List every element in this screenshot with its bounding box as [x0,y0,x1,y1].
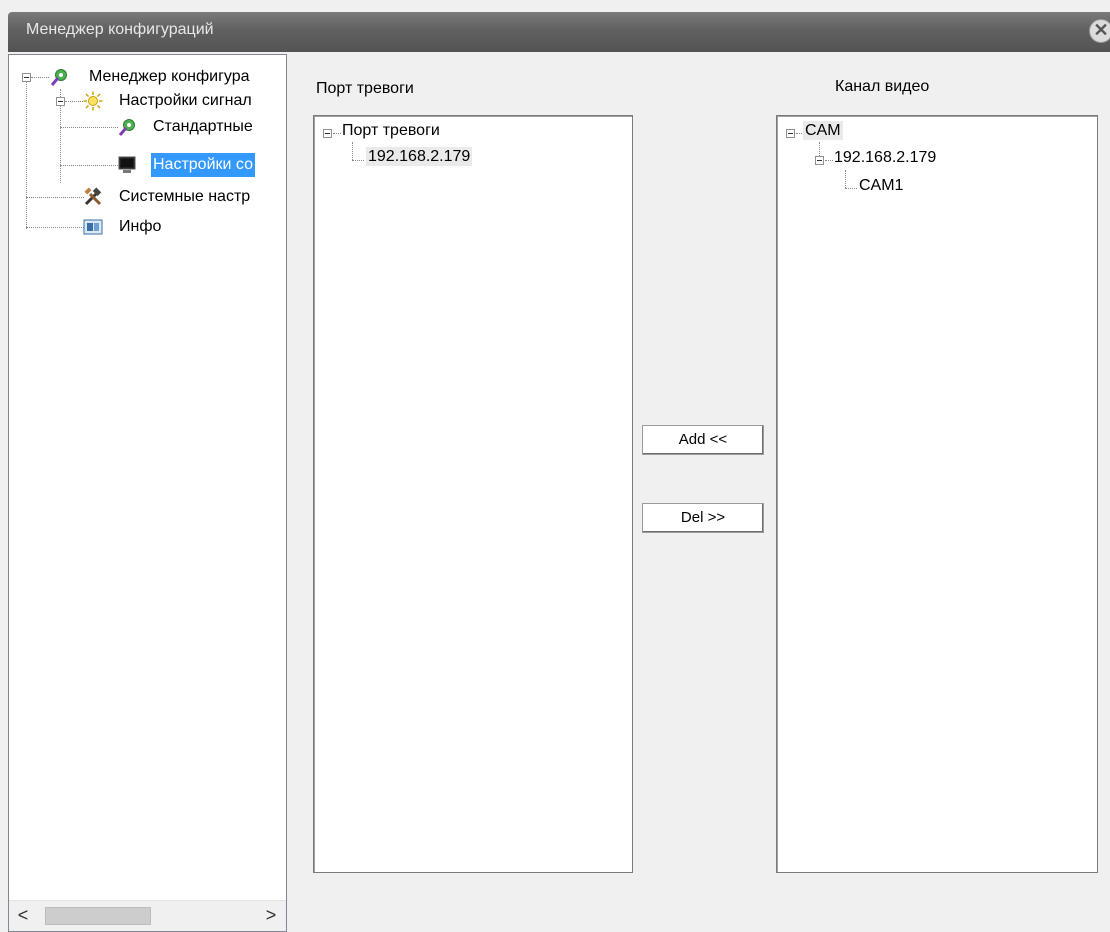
video-device-label: 192.168.2.179 [834,149,937,166]
video-channel-tree[interactable]: CAM 192.168.2.179 CAM1 [776,115,1098,873]
close-icon[interactable]: ✕ [1089,19,1110,43]
tree-connector [352,160,364,161]
tree-connector [845,188,857,189]
tree-item-label: Стандартные [153,118,253,135]
alarm-port-item[interactable]: 192.168.2.179 [366,147,473,166]
video-channel-root[interactable]: CAM [803,121,843,140]
config-manager-icon [50,69,67,86]
info-icon [83,219,103,235]
del-button[interactable]: Del >> [642,503,764,533]
add-button[interactable]: Add << [642,425,764,455]
horizontal-scrollbar[interactable]: < > [9,900,286,931]
alarm-port-item-label: 192.168.2.179 [366,147,473,166]
collapse-toggle[interactable] [815,156,824,165]
navigation-tree[interactable]: Менеджер конфигура Настройки сигнал Стан… [8,54,287,932]
tree-connector [31,77,49,78]
video-device-item[interactable]: 192.168.2.179 [832,149,938,167]
alarm-port-tree[interactable]: Порт тревоги 192.168.2.179 [313,115,633,873]
video-channel-header: Канал видео [835,78,930,95]
tree-connector [26,73,27,229]
alarm-port-root[interactable]: Порт тревоги [340,122,442,140]
scroll-right-button[interactable]: > [261,905,281,926]
title-bar: Менеджер конфигураций ✕ [0,0,1110,54]
video-channel-item-label: CAM1 [859,177,904,194]
tree-item-label: Настройки сигнал [119,92,252,109]
monitor-icon [118,156,136,173]
tools-icon [84,187,102,206]
tree-connector [65,101,83,102]
tree-item-label: Настройки со [151,153,255,177]
tree-connector [60,165,118,166]
alarm-settings-icon [83,91,103,111]
tree-connector [819,142,820,156]
scroll-left-button[interactable]: < [13,905,33,926]
collapse-toggle[interactable] [56,97,65,106]
tree-item-label: Инфо [119,218,162,235]
tree-item-label: Системные настр [119,188,251,205]
video-channel-root-label: CAM [803,121,843,140]
tree-item-label: Менеджер конфигура [89,68,250,85]
alarm-port-header: Порт тревоги [316,80,414,97]
standard-settings-icon [118,119,135,136]
scrollbar-thumb[interactable] [45,907,151,925]
alarm-port-root-label: Порт тревоги [342,122,440,139]
tree-connector [26,197,84,198]
collapse-toggle[interactable] [786,129,795,138]
tree-connector [60,127,118,128]
video-channel-item[interactable]: CAM1 [857,177,905,195]
collapse-toggle[interactable] [22,73,31,82]
tree-connector [352,142,353,160]
window-title: Менеджер конфигураций [26,21,214,38]
tree-connector [845,170,846,188]
collapse-toggle[interactable] [323,129,332,138]
tree-connector [26,227,84,228]
title-bar-background: Менеджер конфигураций [8,12,1110,52]
